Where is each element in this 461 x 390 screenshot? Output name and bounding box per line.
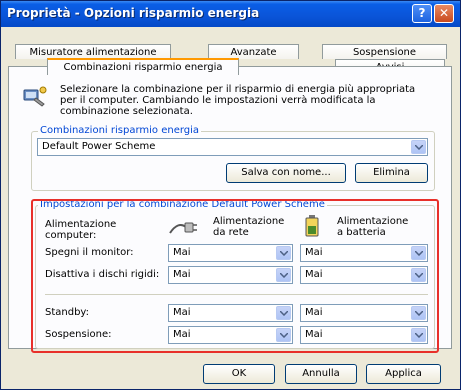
power-scheme-select[interactable]: Default Power Scheme xyxy=(37,138,428,156)
ok-button[interactable]: OK xyxy=(203,364,275,384)
window-title: Proprietà - Opzioni risparmio energia xyxy=(7,6,260,20)
delete-button[interactable]: Elimina xyxy=(355,163,428,183)
tab-misuratore-alimentazione[interactable]: Misuratore alimentazione xyxy=(15,44,171,59)
apply-button[interactable]: Applica xyxy=(366,364,441,384)
cancel-button[interactable]: Annulla xyxy=(285,364,357,384)
help-button[interactable]: ? xyxy=(412,4,432,23)
schemes-group-title: Combinazioni risparmio energia xyxy=(38,125,202,136)
tab-sospensione[interactable]: Sospensione xyxy=(322,44,447,59)
intro-text: Selezionare la combinazione per il rispa… xyxy=(60,84,416,117)
close-button[interactable]: ✕ xyxy=(434,4,454,23)
power-scheme-icon xyxy=(22,84,48,108)
title-bar[interactable]: Proprietà - Opzioni risparmio energia ? … xyxy=(1,1,460,27)
power-scheme-value: Default Power Scheme xyxy=(42,141,156,152)
highlight-frame xyxy=(31,199,439,353)
save-as-button[interactable]: Salva con nome... xyxy=(226,163,346,183)
chevron-down-icon[interactable] xyxy=(411,140,426,154)
tab-combinazioni-risparmio-energia[interactable]: Combinazioni risparmio energia xyxy=(47,58,239,75)
tab-avanzate[interactable]: Avanzate xyxy=(208,44,299,59)
